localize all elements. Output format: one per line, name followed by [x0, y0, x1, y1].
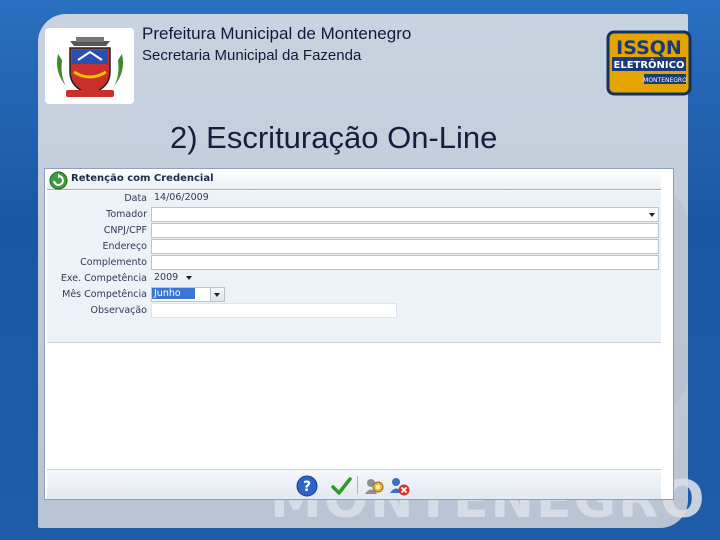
endereco-label: Endereço	[102, 241, 147, 252]
confirm-check-icon[interactable]	[330, 475, 352, 497]
data-field[interactable]: 14/06/2009	[151, 191, 271, 206]
organization-title: Prefeitura Municipal de Montenegro	[142, 24, 412, 43]
clear-people-icon[interactable]	[389, 475, 411, 497]
svg-text:ISSQN: ISSQN	[616, 37, 682, 59]
chevron-down-icon	[186, 276, 192, 280]
svg-text:ELETRÔNICO: ELETRÔNICO	[614, 58, 685, 71]
organization-subtitle: Secretaria Municipal da Fazenda	[142, 47, 362, 64]
retencao-form-window: Retenção com Credencial Data 14/06/2009 …	[44, 168, 674, 500]
issqn-brand-logo: ISSQN ELETRÔNICO MONTENEGRO	[606, 30, 692, 96]
refresh-icon	[49, 171, 68, 190]
chevron-down-icon	[214, 293, 220, 297]
endereco-input[interactable]	[151, 239, 659, 254]
exe-competencia-value: 2009	[154, 272, 179, 283]
svg-text:MONTENEGRO: MONTENEGRO	[643, 77, 687, 84]
cnpj-input[interactable]	[151, 223, 659, 238]
slide-title: 2) Escrituração On-Line	[170, 120, 498, 155]
tomador-label: Tomador	[106, 209, 147, 220]
exe-competencia-label: Exe. Competência	[60, 273, 147, 284]
chevron-down-icon	[649, 213, 655, 217]
form-title: Retenção com Credencial	[71, 173, 214, 184]
issqn-logo-icon: ISSQN ELETRÔNICO MONTENEGRO	[606, 30, 692, 96]
toolbar-separator	[357, 476, 358, 494]
mes-competencia-value: Junho	[152, 288, 195, 299]
coat-of-arms-icon	[57, 37, 123, 97]
complemento-input[interactable]	[151, 255, 659, 270]
form-titlebar: Retenção com Credencial	[47, 170, 661, 190]
form-toolbar: ?	[47, 469, 661, 499]
municipal-seal-logo	[45, 28, 134, 104]
exe-competencia-select[interactable]: 2009	[151, 271, 195, 286]
complemento-label: Complemento	[80, 257, 147, 268]
data-label: Data	[124, 193, 147, 204]
tomador-select[interactable]	[151, 207, 659, 222]
mes-competencia-label: Mês Competência	[62, 289, 147, 300]
observacao-label: Observação	[90, 305, 147, 316]
help-icon[interactable]: ?	[296, 475, 318, 497]
dropdown-button[interactable]	[210, 288, 224, 301]
form-body: Data 14/06/2009 Tomador CNPJ/CPF Endereç…	[47, 191, 661, 343]
search-people-icon[interactable]	[363, 475, 385, 497]
cnpj-label: CNPJ/CPF	[103, 225, 147, 236]
observacao-input[interactable]	[151, 303, 397, 318]
svg-text:?: ?	[303, 479, 311, 495]
mes-competencia-select[interactable]: Junho	[151, 287, 225, 302]
